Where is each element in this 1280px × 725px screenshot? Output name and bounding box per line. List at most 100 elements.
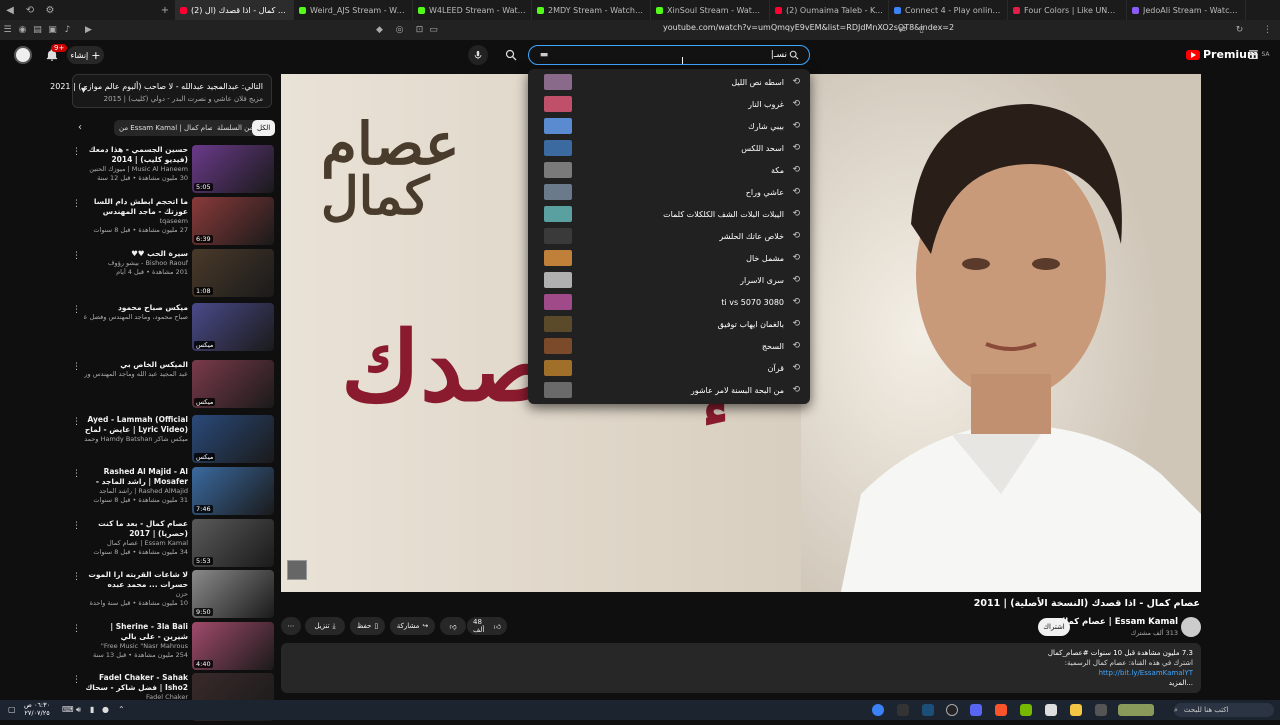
vpn-icon[interactable]: ◉ (15, 20, 30, 40)
item-thumbnail[interactable]: 5:05 (192, 145, 274, 193)
search-box[interactable]: ▬ (528, 45, 810, 65)
item-thumbnail[interactable]: 6:39 (192, 197, 274, 245)
clock[interactable]: ٠٦:٣٠ ص ٢٧/٠٧/٢٥ (24, 701, 50, 717)
item-thumbnail[interactable]: 5:53 (192, 519, 274, 567)
browser-tab[interactable]: (2) عصام كمال - اذا قصدك (ال (175, 0, 294, 20)
like-button[interactable]: 48 ألف 👍︎ (467, 617, 507, 635)
taskbar-search-box[interactable]: اكتب هنا للبحث ⌕ (1174, 703, 1274, 717)
weather-widget-icon[interactable] (1118, 704, 1154, 716)
kebab-menu-icon[interactable]: ⋮ (72, 572, 81, 582)
search-suggestion[interactable]: غروب النار ⟲ (528, 93, 810, 115)
notifications-icon[interactable]: ▢ (8, 705, 16, 714)
kebab-menu-icon[interactable]: ⋮ (72, 417, 81, 427)
browser-back-icon[interactable]: ◀ (0, 0, 20, 20)
search-suggestion[interactable]: عاشي وراح ⟲ (528, 181, 810, 203)
browser-menu-icon[interactable]: ⋮ (1260, 20, 1275, 40)
search-suggestion[interactable]: سرى الاسرار ⟲ (528, 269, 810, 291)
chrome-icon[interactable] (872, 704, 884, 716)
playlist-header[interactable]: ▾ التالي: عبدالمجيد عبدالله - لا صاحب (أ… (50, 74, 272, 108)
search-suggestion[interactable]: قرآن ⟲ (528, 357, 810, 379)
search-suggestion[interactable]: مكة ⟲ (528, 159, 810, 181)
list-item[interactable]: ⋮ لا شاعات القربته ارا الموت حسرات ... م… (70, 570, 274, 622)
bookmark-icon[interactable]: ▯ (914, 20, 929, 40)
download-button[interactable]: تنزيل ⤓ (305, 617, 345, 635)
url-text[interactable]: youtube.com/watch?v=umQmqyE9vEM&list=RDJ… (663, 23, 954, 32)
description-box[interactable]: 7.3 مليون مشاهدة قبل 10 سنوات #عصام_كمال… (281, 643, 1201, 693)
browser-settings-icon[interactable]: ⚙ (40, 0, 60, 20)
wallet-icon[interactable]: ▤ (30, 20, 45, 40)
dislike-button[interactable]: 👎︎ (440, 617, 466, 635)
list-item[interactable]: ⋮ الميكس الخاص بي عبد المجيد عبد الله وم… (70, 360, 274, 412)
brave-icon[interactable] (995, 704, 1007, 716)
search-suggestion[interactable]: السحج ⟲ (528, 335, 810, 357)
search-suggestion[interactable]: اسحد اللكس ⟲ (528, 137, 810, 159)
channel-name[interactable]: Essam Kamal | عصام كمال (1058, 617, 1178, 627)
item-thumbnail[interactable]: 9:50 (192, 570, 274, 618)
item-thumbnail[interactable]: ميكس (192, 360, 274, 408)
list-item[interactable]: ⋮ حسين الجسمي - هذا دمعك (فيديو كليب) | … (70, 145, 274, 197)
kebab-menu-icon[interactable]: ⋮ (72, 521, 81, 531)
shield-icon[interactable]: ◆ (372, 20, 387, 40)
keyboard-icon[interactable]: ⌨ (62, 705, 74, 714)
share-button[interactable]: مشاركة ↪ (390, 617, 435, 635)
kebab-menu-icon[interactable]: ⋮ (72, 624, 81, 634)
more-actions-button[interactable]: ⋯ (281, 617, 301, 635)
kebab-menu-icon[interactable]: ⋮ (72, 199, 81, 209)
item-thumbnail[interactable]: 7:46 (192, 467, 274, 515)
search-suggestion[interactable]: اسطه نص الليل ⟲ (528, 71, 810, 93)
panel-icon[interactable]: ▣ (45, 20, 60, 40)
discord-icon[interactable] (970, 704, 982, 716)
browser-tab[interactable]: Weird_AJS Stream - Watch Live on Ki (294, 0, 413, 20)
speaker-icon[interactable]: 🔊︎ (76, 705, 81, 715)
item-thumbnail[interactable]: 1:08 (192, 249, 274, 297)
save-button[interactable]: حفظ ▯ (350, 617, 385, 635)
file-explorer-icon[interactable] (1070, 704, 1082, 716)
browser-tab[interactable]: (2) Oumaima Taleb - Koi Leila [lyric V (770, 0, 889, 20)
guide-menu-icon[interactable]: ☰ (1248, 48, 1259, 62)
browser-tab[interactable]: 2MDY Stream - Watch Live on Kick (532, 0, 651, 20)
browser-tab[interactable]: XinSoul Stream - Watch Live on Kick (651, 0, 770, 20)
list-item[interactable]: ⋮ Rashed Al Majid - Al Mosafer | راشد ال… (70, 467, 274, 519)
translate-icon[interactable]: ⇄ (895, 20, 910, 40)
search-suggestion[interactable]: بالغمان ايهاب توفيق ⟲ (528, 313, 810, 335)
subscribe-button[interactable]: اشتراك (1038, 618, 1070, 636)
youtube-icon[interactable]: ▶ (81, 20, 96, 40)
store-icon[interactable] (1045, 704, 1057, 716)
search-suggestion[interactable]: اليبلات البلات الشف الكلكلات كلمات ⟲ (528, 203, 810, 225)
network-icon[interactable]: ▮ (90, 705, 94, 714)
extension-icon[interactable]: ◎ (392, 20, 407, 40)
steam-icon[interactable] (922, 704, 934, 716)
search-suggestion[interactable]: بيبي شارك ⟲ (528, 115, 810, 137)
item-thumbnail[interactable]: 4:40 (192, 622, 274, 670)
task-view-icon[interactable] (1095, 704, 1107, 716)
item-thumbnail[interactable]: ميكس (192, 303, 274, 351)
search-icon[interactable] (500, 45, 522, 65)
list-item[interactable]: ⋮ Sherine - 3la Bali | شيرين - على بالي … (70, 622, 274, 674)
browser-tab[interactable]: JedoAli Stream - Watch Live on Kick (1127, 0, 1246, 20)
new-tab-button[interactable]: + (155, 0, 175, 20)
create-button[interactable]: إنشاء + (67, 46, 104, 64)
chevron-left-icon[interactable]: ‹ (78, 122, 82, 133)
search-submit-icon[interactable] (787, 50, 801, 60)
list-item[interactable]: ⋮ ما اتحجم ابطش دام اللسا عوزتك - ماجد ا… (70, 197, 274, 249)
obs-icon[interactable] (897, 704, 909, 716)
kebab-menu-icon[interactable]: ⋮ (72, 675, 81, 685)
show-more-link[interactable]: ...المزيد (1169, 679, 1193, 687)
music-icon[interactable]: ♪ (60, 20, 75, 40)
browser-history-icon[interactable]: ⟲ (20, 0, 40, 20)
kebab-menu-icon[interactable]: ⋮ (72, 305, 81, 315)
item-thumbnail[interactable]: ميكس (192, 415, 274, 463)
kebab-menu-icon[interactable]: ⋮ (72, 469, 81, 479)
channel-watermark[interactable] (287, 560, 307, 580)
list-item[interactable]: ⋮ سيرة الحب ♥♥ Bishoo Raouf - بيشو رؤوف … (70, 249, 274, 301)
list-item[interactable]: ⋮ Ayed - Lammah (Official Lyric Video) |… (70, 415, 274, 467)
search-suggestion[interactable]: مشمل خال ⟲ (528, 247, 810, 269)
window-icon[interactable]: ▭ (426, 20, 441, 40)
channel-avatar[interactable] (1181, 617, 1201, 637)
sidebar-toggle-icon[interactable]: ☰ (0, 20, 15, 40)
search-suggestion[interactable]: من البحة البسنة لامر عاشور ⟲ (528, 379, 810, 401)
search-suggestion[interactable]: ti vs 5070 3080 ⟲ (528, 291, 810, 313)
description-link[interactable]: http://bit.ly/EssamKamalYT (1099, 669, 1193, 677)
avatar[interactable] (14, 46, 32, 64)
obs-studio-icon[interactable] (946, 704, 958, 716)
